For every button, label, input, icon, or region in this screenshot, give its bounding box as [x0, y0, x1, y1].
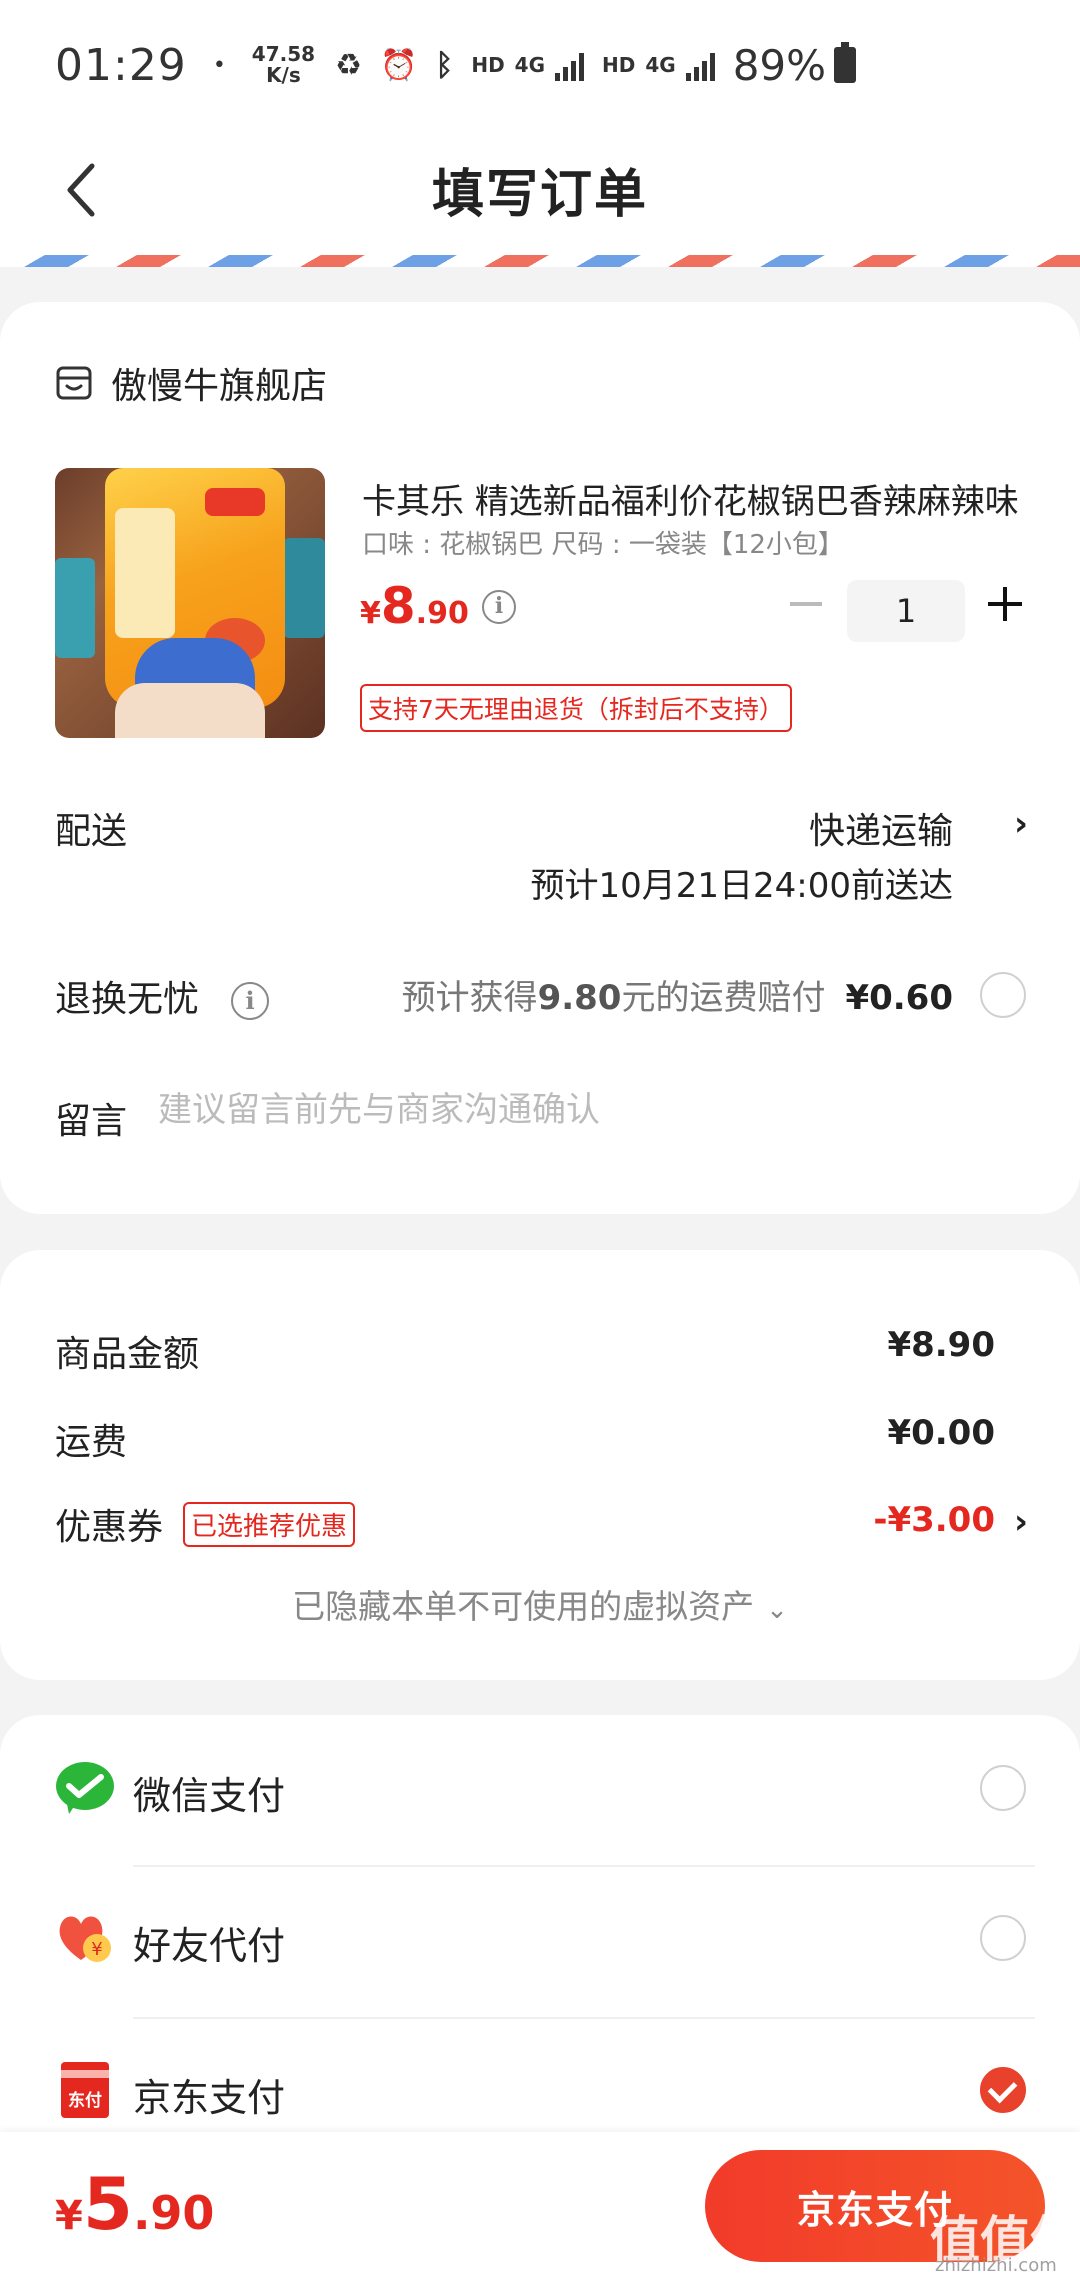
coupon-badge: 已选推荐优惠	[183, 1502, 356, 1547]
quantity-field[interactable]: 1	[847, 580, 965, 642]
bluetooth-icon: ᛒ	[435, 47, 454, 83]
quantity-plus-button[interactable]	[988, 587, 1022, 621]
recycle-icon: ♻	[335, 47, 362, 83]
airmail-stripe	[0, 255, 1080, 267]
goods-amount-value: ¥8.90	[887, 1325, 995, 1365]
coupon-value[interactable]: -¥3.00	[873, 1500, 995, 1540]
payment-label-friend: 好友代付	[133, 1924, 286, 1968]
status-bar: 01:29 • 47.58 K/s ♻ ⏰ ᛒ HD 4G HD 4G 89%	[0, 0, 1080, 130]
network-speed: 47.58 K/s	[252, 44, 315, 86]
summary-card: 商品金额 ¥8.90 运费 ¥0.00 优惠券 已选推荐优惠 -¥3.00 › …	[0, 1250, 1080, 1680]
delivery-label: 配送	[55, 811, 128, 852]
hd-indicator-1: HD	[471, 53, 505, 77]
total-decimal: .90	[132, 2186, 215, 2240]
worry-amount: 9.80	[537, 978, 622, 1018]
return-policy-badge: 支持7天无理由退货（拆封后不支持）	[360, 684, 792, 732]
coupon-label: 优惠券	[55, 1507, 164, 1548]
nav-bar: 填写订单	[0, 130, 1080, 255]
payment-label-jd: 京东支付	[133, 2076, 286, 2120]
payment-label-wechat: 微信支付	[133, 1774, 286, 1818]
shop-header[interactable]: 傲慢牛旗舰店	[55, 357, 327, 409]
price-integer: 8	[380, 577, 416, 635]
friend-icon-text: ¥	[91, 1939, 102, 1960]
hd-indicator-2: HD	[602, 53, 636, 77]
worry-text-pre: 预计获得	[401, 978, 538, 1018]
status-dot: •	[212, 52, 226, 78]
return-worry-radio[interactable]	[980, 972, 1026, 1018]
memo-input[interactable]	[158, 1090, 958, 1130]
product-spec[interactable]: 口味 : 花椒锅巴 尺码 : 一袋装【12小包】	[362, 524, 844, 561]
payment-radio-wechat[interactable]	[980, 1765, 1026, 1811]
product-image[interactable]	[55, 468, 325, 738]
payment-radio-friend[interactable]	[980, 1915, 1026, 1961]
status-time: 01:29	[55, 39, 187, 91]
order-page: 01:29 • 47.58 K/s ♻ ⏰ ᛒ HD 4G HD 4G 89% …	[0, 0, 1080, 2280]
total-integer: 5	[82, 2162, 133, 2246]
friend-pay-icon: ¥	[59, 1916, 111, 1962]
total-price: ¥5.90	[55, 2162, 214, 2246]
payment-option-friend[interactable]: ¥ 好友代付	[0, 1865, 1080, 2015]
payment-option-wechat[interactable]: 微信支付	[0, 1715, 1080, 1865]
product-title[interactable]: 卡其乐 精选新品福利价花椒锅巴香辣麻辣味	[362, 474, 1032, 523]
chevron-right-icon[interactable]: ›	[1014, 804, 1028, 844]
signal-icon-1	[555, 49, 585, 81]
shipping-label: 运费	[55, 1422, 128, 1463]
worry-text-post: 元的运费赔付	[621, 978, 826, 1018]
battery-percent: 89%	[732, 40, 827, 90]
shop-name: 傲慢牛旗舰店	[111, 366, 328, 407]
wechat-pay-icon	[56, 1762, 114, 1814]
memo-label: 留言	[55, 1101, 128, 1142]
goods-amount-label: 商品金额	[55, 1334, 200, 1375]
chevron-down-icon: ⌄	[766, 1595, 788, 1625]
shipping-value: ¥0.00	[887, 1413, 995, 1453]
return-worry-text: 预计获得9.80元的运费赔付 ¥0.60	[402, 970, 953, 1019]
return-worry-label: 退换无忧	[55, 979, 200, 1020]
price-info-icon[interactable]: i	[482, 590, 516, 624]
network-speed-unit: K/s	[266, 63, 301, 87]
hidden-assets-toggle[interactable]: 已隐藏本单不可使用的虚拟资产 ⌄	[0, 1580, 1080, 1628]
price-decimal: .90	[415, 596, 469, 631]
total-symbol: ¥	[55, 2193, 83, 2239]
hidden-assets-text: 已隐藏本单不可使用的虚拟资产	[292, 1587, 755, 1626]
network-type-2: 4G	[645, 53, 676, 77]
alarm-icon: ⏰	[379, 47, 418, 83]
delivery-method[interactable]: 快递运输	[809, 802, 953, 854]
page-title: 填写订单	[431, 165, 648, 225]
return-worry-info-icon[interactable]: i	[231, 982, 269, 1020]
battery-icon	[834, 42, 857, 83]
signal-icon-2	[685, 49, 715, 81]
payment-radio-jd[interactable]	[980, 2067, 1026, 2113]
jd-icon-text: 东付	[68, 2090, 102, 2111]
network-type-1: 4G	[514, 53, 546, 77]
chevron-right-icon[interactable]: ›	[1014, 1502, 1028, 1542]
delivery-eta: 预计10月21日24:00前送达	[530, 866, 953, 906]
order-card: 傲慢牛旗舰店 卡其乐 精选新品福利价花椒锅巴香辣麻辣味 口味 : 花椒锅巴 尺码…	[0, 302, 1080, 1214]
watermark-url: zhizhizhi.com	[935, 2255, 1057, 2276]
price-symbol: ¥	[360, 596, 381, 631]
jd-pay-icon: 东付	[61, 2062, 109, 2118]
quantity-minus-button[interactable]	[790, 602, 822, 606]
product-price: ¥8.90	[360, 577, 469, 635]
shop-icon	[56, 366, 92, 400]
bottom-bar: ¥5.90 京东支付	[0, 2132, 1080, 2280]
worry-price: ¥0.60	[845, 978, 953, 1018]
